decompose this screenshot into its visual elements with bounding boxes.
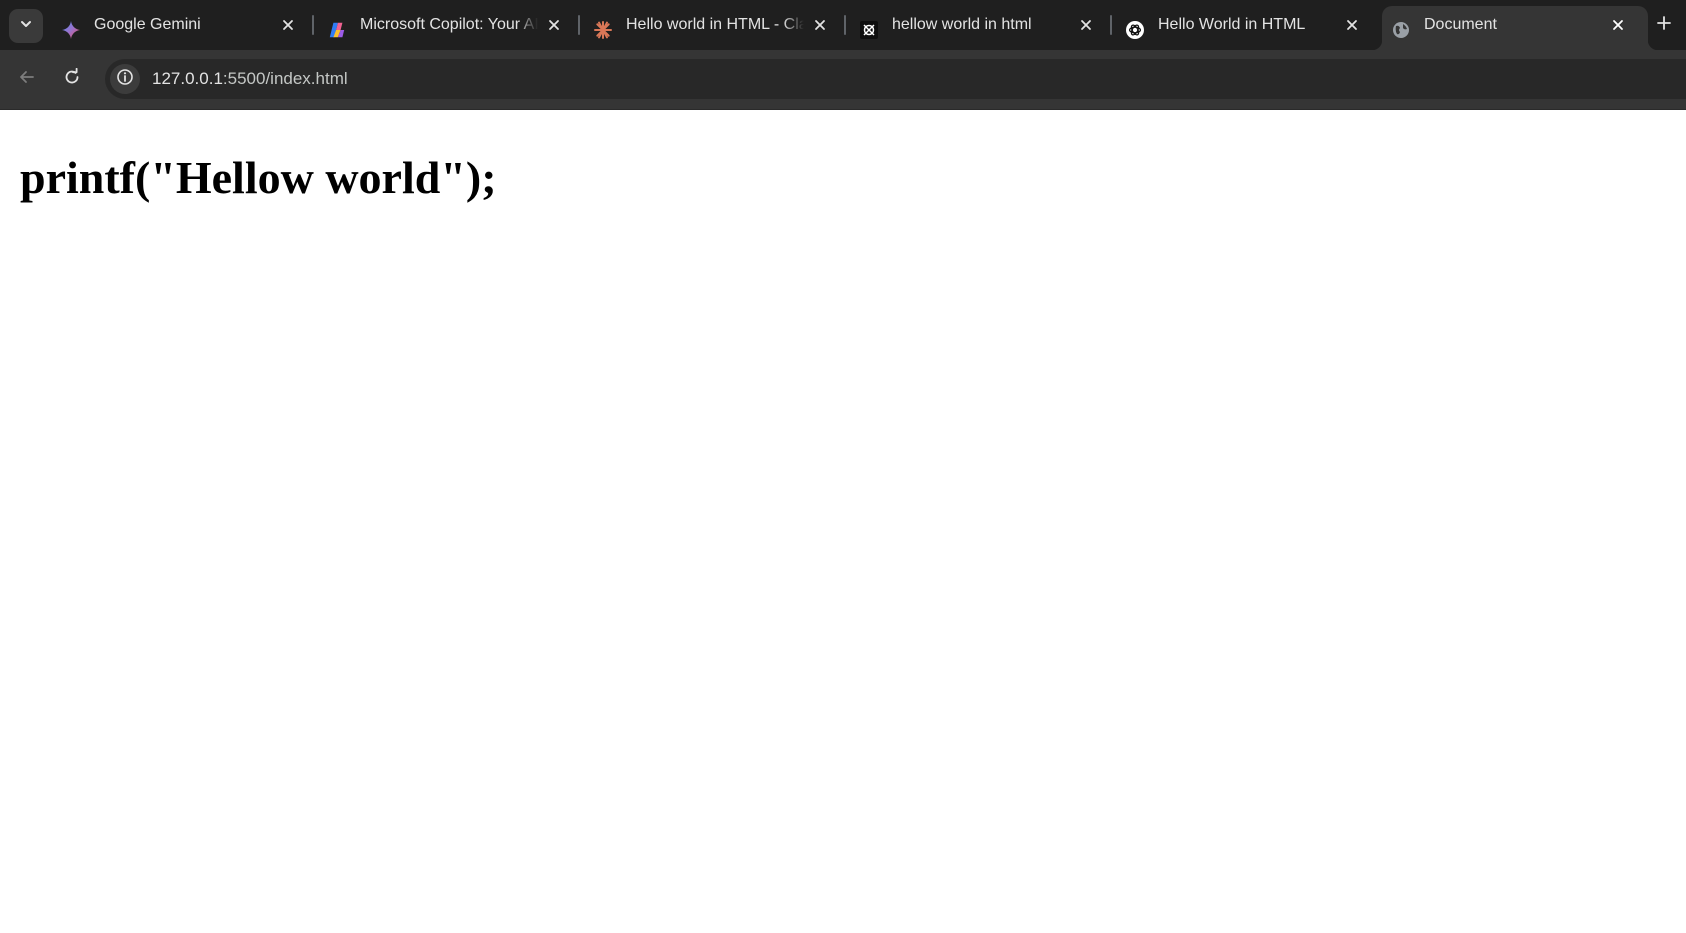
url-host: 127.0.0.1: [152, 69, 223, 88]
close-icon[interactable]: [1076, 15, 1096, 35]
info-icon: [116, 68, 134, 91]
site-info-button[interactable]: [110, 64, 140, 94]
tab-title: Hello World in HTML: [1158, 16, 1306, 33]
copilot-icon: [328, 21, 346, 39]
tab-title: Document: [1424, 16, 1497, 33]
close-icon[interactable]: [278, 15, 298, 35]
tab-separator: [578, 15, 580, 35]
tab-separator: [312, 15, 314, 35]
tab-separator: [1110, 15, 1112, 35]
tab-microsoft-copilot[interactable]: Microsoft Copilot: Your AI companion: [318, 6, 584, 50]
reload-button[interactable]: [55, 62, 89, 96]
globe-icon: [1392, 21, 1410, 39]
close-icon[interactable]: [810, 15, 830, 35]
url-path: :5500/index.html: [222, 69, 348, 88]
tab-title: Microsoft Copilot: Your AI companion: [360, 16, 538, 33]
claude-icon: [594, 21, 612, 39]
page-heading: printf("Hellow world");: [20, 152, 497, 203]
page-viewport: printf("Hellow world");: [0, 110, 1686, 933]
tab-document[interactable]: Document: [1372, 6, 1658, 50]
url-text[interactable]: 127.0.0.1:5500/index.html: [152, 59, 348, 99]
tab-separator: [844, 15, 846, 35]
new-tab-button[interactable]: [1649, 10, 1679, 40]
address-bar[interactable]: 127.0.0.1:5500/index.html: [105, 59, 1686, 99]
chevron-down-icon: [19, 17, 33, 36]
tab-title: Hello world in HTML - Claude: [626, 16, 804, 33]
chatgpt-icon: [1126, 21, 1144, 39]
tab-google-gemini[interactable]: Google Gemini: [52, 6, 318, 50]
tab-strip: Google Gemini Microsoft Copilot: Your AI…: [0, 0, 1686, 50]
close-icon[interactable]: [544, 15, 564, 35]
reload-icon: [63, 67, 81, 91]
grok-icon: [860, 21, 878, 39]
browser-window: Google Gemini Microsoft Copilot: Your AI…: [0, 0, 1686, 933]
arrow-left-icon: [18, 68, 36, 91]
tab-title: Google Gemini: [94, 16, 201, 33]
close-icon[interactable]: [1608, 15, 1628, 35]
browser-toolbar: 127.0.0.1:5500/index.html: [0, 50, 1686, 110]
close-icon[interactable]: [1342, 15, 1362, 35]
back-button[interactable]: [10, 62, 44, 96]
tab-claude[interactable]: Hello world in HTML - Claude: [584, 6, 850, 50]
gemini-icon: [62, 21, 80, 39]
tab-search-button[interactable]: [9, 9, 43, 43]
tab-title: hellow world in html: [892, 16, 1032, 33]
tab-hello-world-html[interactable]: Hello World in HTML: [1116, 6, 1382, 50]
tab-hellow-world[interactable]: hellow world in html: [850, 6, 1116, 50]
plus-icon: [1656, 15, 1672, 36]
